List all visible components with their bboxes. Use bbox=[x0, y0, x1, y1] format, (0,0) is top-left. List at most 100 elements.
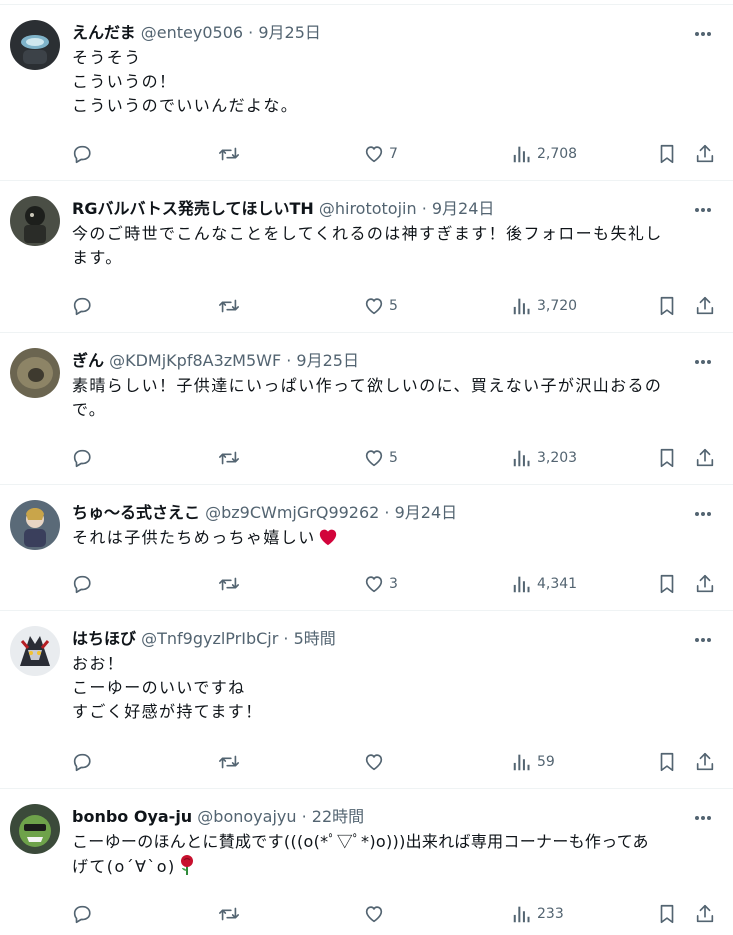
avatar[interactable] bbox=[10, 500, 60, 550]
action-bar: 233 bbox=[0, 902, 733, 926]
post-text-line: こーゆーのほんとに賛成です(((o(*ﾟ▽ﾟ*)o)))出来れば専用コーナーも作… bbox=[72, 832, 649, 851]
view-count: 4,341 bbox=[537, 576, 578, 592]
display-name[interactable]: ぎん bbox=[72, 351, 104, 370]
share-button[interactable] bbox=[694, 572, 716, 596]
retweet-button[interactable] bbox=[218, 446, 240, 470]
handle-and-time[interactable]: @bonoyajyu · 22時間 bbox=[197, 807, 364, 826]
avatar[interactable] bbox=[10, 348, 60, 398]
retweet-icon bbox=[218, 573, 240, 595]
reply-button[interactable] bbox=[71, 750, 93, 774]
bookmark-icon bbox=[656, 751, 678, 773]
post-text-line: それは子供たちめっちゃ嬉しい bbox=[72, 526, 717, 553]
reply-post[interactable]: bonbo Oya-ju @bonoyajyu · 22時間 こーゆーのほんとに… bbox=[0, 789, 733, 935]
handle-and-time[interactable]: @entey0506 · 9月25日 bbox=[141, 23, 321, 42]
reply-button[interactable] bbox=[71, 294, 93, 318]
retweet-icon bbox=[218, 447, 240, 469]
bookmark-icon bbox=[656, 903, 678, 925]
views-button[interactable]: 3,203 bbox=[511, 446, 577, 470]
action-bar: 59 bbox=[0, 750, 733, 774]
retweet-button[interactable] bbox=[218, 572, 240, 596]
more-options-icon[interactable] bbox=[695, 351, 717, 371]
share-button[interactable] bbox=[694, 142, 716, 166]
bookmark-button[interactable] bbox=[656, 902, 678, 926]
avatar[interactable] bbox=[10, 196, 60, 246]
post-text-line: そうそう bbox=[72, 48, 142, 67]
views-button[interactable]: 4,341 bbox=[511, 572, 577, 596]
handle-and-time[interactable]: @KDMjKpf8A3zM5WF · 9月25日 bbox=[109, 351, 359, 370]
reply-post[interactable]: はちほび @Tnf9gyzlPrIbCjr · 5時間 おお！ こーゆーのいいで… bbox=[0, 611, 733, 789]
reply-post[interactable]: えんだま @entey0506 · 9月25日 そうそう こういうの！ こういう… bbox=[0, 5, 733, 181]
post-text-line: こーゆーのいいですね bbox=[72, 678, 246, 697]
display-name[interactable]: はちほび bbox=[72, 629, 136, 648]
display-name[interactable]: ちゅ～る式さえこ bbox=[72, 503, 200, 522]
post-text-line: こういうの！ bbox=[72, 72, 177, 91]
like-button[interactable]: 5 bbox=[363, 446, 398, 470]
display-name[interactable]: RGバルバトス発売してほしいTH bbox=[72, 199, 314, 218]
handle-and-time[interactable]: @hirototojin · 9月24日 bbox=[319, 199, 495, 218]
views-button[interactable]: 2,708 bbox=[511, 142, 577, 166]
view-count: 3,720 bbox=[537, 298, 578, 314]
retweet-icon bbox=[218, 751, 240, 773]
view-count: 233 bbox=[537, 906, 564, 922]
reply-button[interactable] bbox=[71, 446, 93, 470]
post-text: それは子供たちめっちゃ嬉しい bbox=[72, 526, 717, 553]
more-options-icon[interactable] bbox=[695, 23, 717, 43]
view-count: 59 bbox=[537, 754, 555, 770]
handle-and-time[interactable]: @Tnf9gyzlPrIbCjr · 5時間 bbox=[141, 629, 336, 648]
retweet-button[interactable] bbox=[218, 750, 240, 774]
like-count: 3 bbox=[389, 576, 398, 592]
analytics-icon bbox=[511, 295, 533, 317]
share-button[interactable] bbox=[694, 446, 716, 470]
analytics-icon bbox=[511, 447, 533, 469]
handle-and-time[interactable]: @bz9CWmjGrQ99262 · 9月24日 bbox=[205, 503, 457, 522]
share-button[interactable] bbox=[694, 902, 716, 926]
reply-icon bbox=[71, 447, 93, 469]
more-options-icon[interactable] bbox=[695, 629, 717, 649]
share-button[interactable] bbox=[694, 750, 716, 774]
avatar[interactable] bbox=[10, 20, 60, 70]
heart-icon bbox=[363, 143, 385, 165]
post-text-line: こういうのでいいんだよな。 bbox=[72, 96, 299, 115]
avatar[interactable] bbox=[10, 626, 60, 676]
avatar[interactable] bbox=[10, 804, 60, 854]
bookmark-button[interactable] bbox=[656, 572, 678, 596]
bookmark-button[interactable] bbox=[656, 446, 678, 470]
like-button[interactable] bbox=[363, 750, 389, 774]
retweet-button[interactable] bbox=[218, 902, 240, 926]
reply-button[interactable] bbox=[71, 902, 93, 926]
bookmark-icon bbox=[656, 295, 678, 317]
like-button[interactable] bbox=[363, 902, 389, 926]
views-button[interactable]: 3,720 bbox=[511, 294, 577, 318]
bookmark-button[interactable] bbox=[656, 294, 678, 318]
rose-emoji-icon bbox=[178, 854, 196, 883]
more-options-icon[interactable] bbox=[695, 807, 717, 827]
more-options-icon[interactable] bbox=[695, 503, 717, 523]
reply-icon bbox=[71, 903, 93, 925]
action-bar: 3 4,341 bbox=[0, 572, 733, 596]
heart-icon bbox=[363, 447, 385, 469]
share-icon bbox=[694, 903, 716, 925]
reply-post[interactable]: RGバルバトス発売してほしいTH @hirototojin · 9月24日 今の… bbox=[0, 181, 733, 333]
action-bar: 5 3,203 bbox=[0, 446, 733, 470]
reply-icon bbox=[71, 751, 93, 773]
retweet-button[interactable] bbox=[218, 142, 240, 166]
reply-button[interactable] bbox=[71, 572, 93, 596]
reply-button[interactable] bbox=[71, 142, 93, 166]
reply-post[interactable]: ぎん @KDMjKpf8A3zM5WF · 9月25日 素晴らしい！子供達にいっ… bbox=[0, 333, 733, 485]
post-text-line: で。 bbox=[72, 400, 107, 419]
like-button[interactable]: 3 bbox=[363, 572, 398, 596]
bookmark-button[interactable] bbox=[656, 750, 678, 774]
reply-post[interactable]: ちゅ～る式さえこ @bz9CWmjGrQ99262 · 9月24日 それは子供た… bbox=[0, 485, 733, 611]
share-button[interactable] bbox=[694, 294, 716, 318]
display-name[interactable]: えんだま bbox=[72, 23, 136, 42]
like-button[interactable]: 5 bbox=[363, 294, 398, 318]
views-button[interactable]: 59 bbox=[511, 750, 555, 774]
post-text-line: ます。 bbox=[72, 248, 123, 267]
like-button[interactable]: 7 bbox=[363, 142, 398, 166]
views-button[interactable]: 233 bbox=[511, 902, 564, 926]
bookmark-button[interactable] bbox=[656, 142, 678, 166]
view-count: 2,708 bbox=[537, 146, 578, 162]
display-name[interactable]: bonbo Oya-ju bbox=[72, 807, 192, 826]
more-options-icon[interactable] bbox=[695, 199, 717, 219]
retweet-button[interactable] bbox=[218, 294, 240, 318]
